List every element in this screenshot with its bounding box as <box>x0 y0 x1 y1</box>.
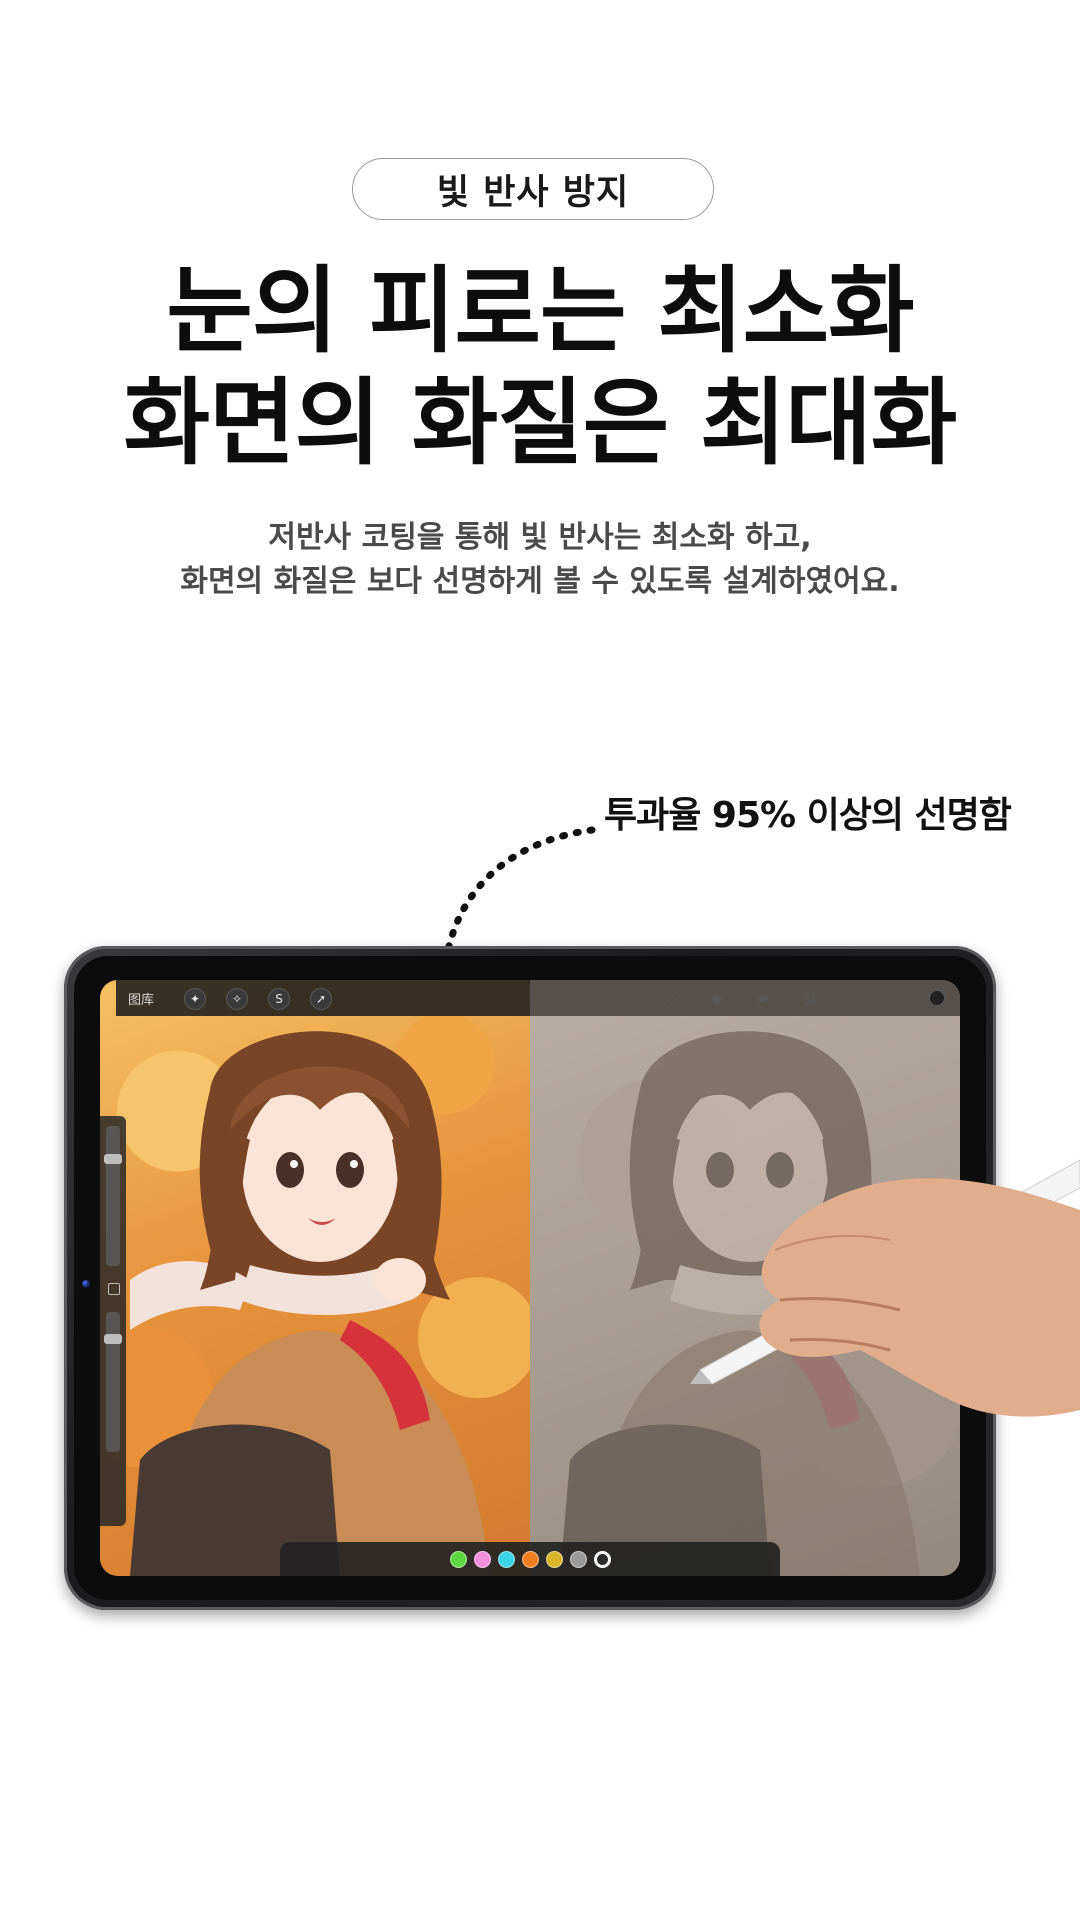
color-swatch[interactable] <box>521 1550 539 1568</box>
brush-sidebar <box>100 1116 126 1526</box>
description-line-1: 저반사 코팅을 통해 빛 반사는 최소화 하고, <box>268 520 812 555</box>
arrow-icon[interactable]: ➚ <box>310 988 332 1010</box>
color-swatch[interactable] <box>593 1550 611 1568</box>
color-swatch[interactable] <box>545 1550 563 1568</box>
tablet-screen: 图库 ✦ ✧ S ➚ ／ ◆ ▰ ▤ <box>100 980 960 1576</box>
tablet-device: 图库 ✦ ✧ S ➚ ／ ◆ ▰ ▤ <box>64 946 996 1610</box>
description: 저반사 코팅을 통해 빛 반사는 최소화 하고, 화면의 화질은 보다 선명하게… <box>0 516 1080 604</box>
s-curve-icon[interactable]: S <box>268 988 290 1010</box>
wrench-icon[interactable]: ✦ <box>184 988 206 1010</box>
eraser-icon[interactable]: ▰ <box>752 989 774 1007</box>
feature-badge-label: 빛 반사 방지 <box>436 172 630 213</box>
callout-label: 투과율 95% 이상의 선명함 <box>604 795 1012 836</box>
brush-size-slider[interactable] <box>106 1126 120 1266</box>
gallery-button[interactable]: 图库 <box>128 989 154 1008</box>
matte-film-overlay <box>530 980 960 1576</box>
color-swatch[interactable] <box>497 1550 515 1568</box>
color-palette <box>280 1542 780 1576</box>
modify-button[interactable] <box>108 1283 120 1295</box>
color-swatch[interactable] <box>569 1550 587 1568</box>
brush-size-thumb[interactable] <box>104 1154 122 1164</box>
camera-icon <box>82 1280 90 1288</box>
description-line-2: 화면의 화질은 보다 선명하게 볼 수 있도록 설계하였어요. <box>180 564 900 599</box>
headline-line-1: 눈의 피로는 최소화 <box>166 257 914 366</box>
color-swatch[interactable] <box>473 1550 491 1568</box>
brush-icon[interactable]: ／ <box>660 989 682 1007</box>
magic-wand-icon[interactable]: ✧ <box>226 988 248 1010</box>
color-swatch[interactable] <box>449 1550 467 1568</box>
app-toolbar-matte <box>530 980 960 1016</box>
smudge-icon[interactable]: ◆ <box>706 989 728 1007</box>
color-picker-button[interactable] <box>928 989 946 1007</box>
opacity-thumb[interactable] <box>104 1334 122 1344</box>
feature-badge: 빛 반사 방지 <box>352 158 714 220</box>
opacity-slider[interactable] <box>106 1312 120 1452</box>
headline: 눈의 피로는 최소화 화면의 화질은 최대화 <box>0 256 1080 480</box>
layers-icon[interactable]: ▤ <box>798 989 820 1007</box>
headline-line-2: 화면의 화질은 최대화 <box>123 369 958 478</box>
